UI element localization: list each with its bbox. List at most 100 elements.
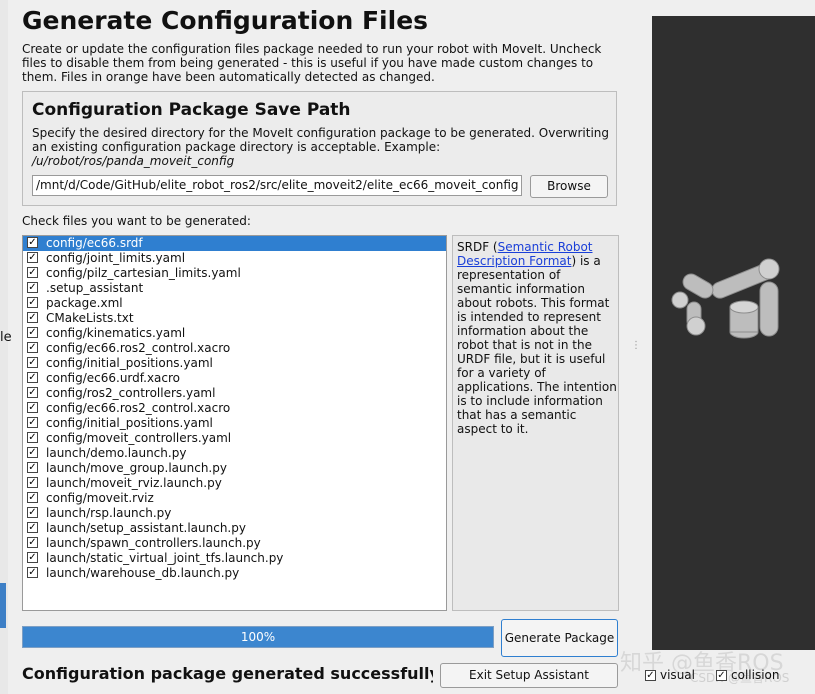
file-checkbox[interactable]: ✓ bbox=[27, 447, 38, 458]
file-name: config/joint_limits.yaml bbox=[46, 251, 186, 265]
file-name: config/ec66.urdf.xacro bbox=[46, 371, 181, 385]
save-path-example: /u/robot/ros/panda_moveit_config bbox=[32, 154, 235, 168]
save-path-title: Configuration Package Save Path bbox=[32, 100, 351, 120]
robot-3d-view[interactable] bbox=[652, 16, 815, 650]
generate-package-button[interactable]: Generate Package bbox=[501, 619, 618, 657]
page-title: Generate Configuration Files bbox=[22, 6, 429, 35]
file-list-item[interactable]: ✓ config/ec66.srdf bbox=[23, 236, 446, 251]
file-name: config/ec66.srdf bbox=[46, 236, 143, 250]
file-name: config/ec66.ros2_control.xacro bbox=[46, 401, 231, 415]
checkbox-icon: ✓ bbox=[716, 670, 727, 681]
file-list-item[interactable]: ✓ launch/move_group.launch.py bbox=[23, 461, 446, 476]
file-name: config/initial_positions.yaml bbox=[46, 356, 213, 370]
file-name: launch/spawn_controllers.launch.py bbox=[46, 536, 261, 550]
file-checkbox[interactable]: ✓ bbox=[27, 282, 38, 293]
file-checkbox[interactable]: ✓ bbox=[27, 357, 38, 368]
file-list-item[interactable]: ✓ launch/static_virtual_joint_tfs.launch.… bbox=[23, 551, 446, 566]
save-path-description-text: Specify the desired directory for the Mo… bbox=[32, 126, 609, 154]
save-path-group: Configuration Package Save Path Specify … bbox=[22, 91, 617, 206]
file-list-item[interactable]: ✓ config/joint_limits.yaml bbox=[23, 251, 446, 266]
file-list-item[interactable]: ✓ config/moveit_controllers.yaml bbox=[23, 431, 446, 446]
progress-label: 100% bbox=[240, 630, 276, 644]
status-message: Configuration package generated successf… bbox=[22, 664, 433, 683]
file-list-item[interactable]: ✓ config/initial_positions.yaml bbox=[23, 416, 446, 431]
file-list-item[interactable]: ✓ package.xml bbox=[23, 296, 446, 311]
file-list-item[interactable]: ✓ launch/spawn_controllers.launch.py bbox=[23, 536, 446, 551]
left-panel-edge: le bbox=[0, 0, 12, 694]
file-list-item[interactable]: ✓ launch/rsp.launch.py bbox=[23, 506, 446, 521]
file-name: launch/move_group.launch.py bbox=[46, 461, 227, 475]
file-list-item[interactable]: ✓ config/kinematics.yaml bbox=[23, 326, 446, 341]
file-list-item[interactable]: ✓ config/moveit.rviz bbox=[23, 491, 446, 506]
file-checkbox[interactable]: ✓ bbox=[27, 417, 38, 428]
file-checkbox[interactable]: ✓ bbox=[27, 552, 38, 563]
collision-label: collision bbox=[731, 668, 780, 682]
file-name: config/moveit_controllers.yaml bbox=[46, 431, 232, 445]
save-path-input[interactable]: /mnt/d/Code/GitHub/elite_robot_ros2/src/… bbox=[32, 175, 522, 196]
file-name: launch/static_virtual_joint_tfs.launch.p… bbox=[46, 551, 284, 565]
file-name: launch/warehouse_db.launch.py bbox=[46, 566, 240, 580]
file-name: config/ros2_controllers.yaml bbox=[46, 386, 216, 400]
file-list-item[interactable]: ✓ config/ec66.ros2_control.xacro bbox=[23, 401, 446, 416]
file-checkbox[interactable]: ✓ bbox=[27, 327, 38, 338]
file-name: package.xml bbox=[46, 296, 123, 310]
file-checkbox[interactable]: ✓ bbox=[27, 522, 38, 533]
robot-arm-model bbox=[671, 258, 780, 339]
file-description-panel: SRDF (Semantic Robot Description Format)… bbox=[452, 235, 619, 611]
file-checkbox[interactable]: ✓ bbox=[27, 387, 38, 398]
file-list-item[interactable]: ✓ launch/warehouse_db.launch.py bbox=[23, 566, 446, 581]
file-list-item[interactable]: ✓ launch/setup_assistant.launch.py bbox=[23, 521, 446, 536]
file-checkbox[interactable]: ✓ bbox=[27, 507, 38, 518]
file-checkbox[interactable]: ✓ bbox=[27, 237, 38, 248]
file-checkbox[interactable]: ✓ bbox=[27, 462, 38, 473]
collision-checkbox[interactable]: ✓ collision bbox=[716, 668, 779, 682]
file-name: launch/demo.launch.py bbox=[46, 446, 187, 460]
file-checkbox[interactable]: ✓ bbox=[27, 567, 38, 578]
files-label: Check files you want to be generated: bbox=[22, 214, 251, 228]
file-name: config/ec66.ros2_control.xacro bbox=[46, 341, 231, 355]
file-list-item[interactable]: ✓ CMakeLists.txt bbox=[23, 311, 446, 326]
file-checkbox[interactable]: ✓ bbox=[27, 432, 38, 443]
info-suffix: ) is a representation of semantic inform… bbox=[457, 254, 617, 436]
file-name: config/kinematics.yaml bbox=[46, 326, 186, 340]
file-checkbox[interactable]: ✓ bbox=[27, 402, 38, 413]
file-checkbox[interactable]: ✓ bbox=[27, 252, 38, 263]
file-checkbox[interactable]: ✓ bbox=[27, 342, 38, 353]
file-name: launch/rsp.launch.py bbox=[46, 506, 172, 520]
splitter-handle[interactable]: ⋮ bbox=[631, 340, 641, 351]
file-checkbox[interactable]: ✓ bbox=[27, 477, 38, 488]
file-name: config/initial_positions.yaml bbox=[46, 416, 213, 430]
file-name: .setup_assistant bbox=[46, 281, 144, 295]
info-prefix: SRDF ( bbox=[457, 240, 498, 254]
file-checkbox[interactable]: ✓ bbox=[27, 267, 38, 278]
file-list-item[interactable]: ✓ config/pilz_cartesian_limits.yaml bbox=[23, 266, 446, 281]
file-name: config/moveit.rviz bbox=[46, 491, 154, 505]
visual-label: visual bbox=[660, 668, 695, 682]
file-name: CMakeLists.txt bbox=[46, 311, 134, 325]
file-list[interactable]: ✓ config/ec66.srdf ✓ config/joint_limits.ya… bbox=[22, 235, 447, 611]
file-list-item[interactable]: ✓ .setup_assistant bbox=[23, 281, 446, 296]
file-list-item[interactable]: ✓ config/ros2_controllers.yaml bbox=[23, 386, 446, 401]
checkbox-icon: ✓ bbox=[645, 670, 656, 681]
file-name: launch/moveit_rviz.launch.py bbox=[46, 476, 222, 490]
file-list-item[interactable]: ✓ config/ec66.urdf.xacro bbox=[23, 371, 446, 386]
file-list-item[interactable]: ✓ config/initial_positions.yaml bbox=[23, 356, 446, 371]
file-list-item[interactable]: ✓ launch/moveit_rviz.launch.py bbox=[23, 476, 446, 491]
file-name: config/pilz_cartesian_limits.yaml bbox=[46, 266, 241, 280]
file-checkbox[interactable]: ✓ bbox=[27, 537, 38, 548]
file-checkbox[interactable]: ✓ bbox=[27, 312, 38, 323]
file-checkbox[interactable]: ✓ bbox=[27, 372, 38, 383]
cut-off-text: le bbox=[0, 330, 12, 345]
page-description: Create or update the configuration files… bbox=[22, 42, 602, 84]
file-list-item[interactable]: ✓ config/ec66.ros2_control.xacro bbox=[23, 341, 446, 356]
file-checkbox[interactable]: ✓ bbox=[27, 297, 38, 308]
file-list-item[interactable]: ✓ launch/demo.launch.py bbox=[23, 446, 446, 461]
exit-setup-assistant-button[interactable]: Exit Setup Assistant bbox=[440, 663, 618, 688]
selected-nav-indicator bbox=[0, 583, 6, 628]
file-checkbox[interactable]: ✓ bbox=[27, 492, 38, 503]
save-path-description: Specify the desired directory for the Mo… bbox=[32, 126, 612, 168]
progress-bar: 100% bbox=[22, 626, 494, 648]
browse-button[interactable]: Browse bbox=[530, 175, 608, 198]
file-name: launch/setup_assistant.launch.py bbox=[46, 521, 246, 535]
visual-checkbox[interactable]: ✓ visual bbox=[645, 668, 695, 682]
